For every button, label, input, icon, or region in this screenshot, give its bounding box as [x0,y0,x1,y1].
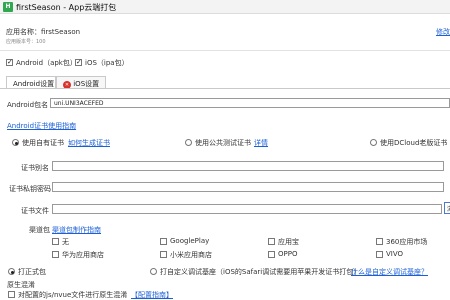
app-name-label: 应用名称：firstSeason [6,28,81,36]
channel-huawei-label: 华为应用商店 [62,251,104,259]
release-build-radio[interactable] [8,268,15,275]
channel-none-checkbox[interactable] [52,238,59,245]
config-guide-link[interactable]: 【配置指南】 [131,290,173,300]
window-title: firstSeason - App云端打包 [16,3,117,12]
modify-link[interactable]: 修改 [436,27,450,37]
channel-360-label: 360应用市场 [386,238,428,246]
channel-oppo-label: OPPO [278,250,298,258]
channel-xiaomi-checkbox[interactable] [160,251,167,258]
cert-password-input[interactable] [52,182,444,192]
cert-file-browse-button[interactable]: 浏览 [444,202,450,214]
public-cert-radio[interactable] [185,139,192,146]
tab-android-settings[interactable]: Android设置 [6,76,56,88]
cert-file-label: 证书文件 [21,207,49,215]
channel-vivo-checkbox[interactable] [376,251,383,258]
divider [0,50,450,51]
android-checkbox-label: Android（apk包） [16,59,77,67]
channel-label: 渠道包 [29,226,50,234]
channel-xiaomi-label: 小米应用商店 [170,251,212,259]
public-cert-details-link[interactable]: 详情 [254,138,268,148]
package-name-value: uni.UNI3ACEFED [54,100,104,107]
channel-yingyongbao-checkbox[interactable] [268,238,275,245]
channel-yingyongbao-label: 应用宝 [278,238,299,246]
tab-ios-label: iOS设置 [73,80,100,88]
package-name-input[interactable]: uni.UNI3ACEFED [50,98,450,108]
app-version-label: 应用版本号：100 [6,39,46,45]
channel-googleplay-checkbox[interactable] [160,238,167,245]
old-cert-label: 使用DCloud老版证书 [380,139,448,147]
channel-vivo-label: VIVO [386,250,404,258]
cert-alias-label: 证书别名 [21,164,49,172]
custom-base-label: 打自定义调试基座（iOS的Safari调试需要用苹果开发证书打包） [160,268,361,276]
how-generate-cert-link[interactable]: 如何生成证书 [68,138,110,148]
what-is-custom-base-link[interactable]: 什么是自定义调试基座？ [351,267,428,277]
tab-android-label: Android设置 [13,80,55,88]
cert-file-input[interactable] [52,204,442,214]
app-icon: H [3,2,13,12]
channel-oppo-checkbox[interactable] [268,251,275,258]
channel-googleplay-label: GooglePlay [170,237,210,245]
ios-checkbox-label: iOS（ipa包） [85,59,129,67]
channel-huawei-checkbox[interactable] [52,251,59,258]
release-build-label: 打正式包 [18,268,46,276]
cert-guide-link[interactable]: Android证书使用指南 [7,121,76,131]
channel-360-checkbox[interactable] [376,238,383,245]
native-obfuscation-title: 原生混淆 [7,281,35,289]
cert-password-label: 证书私钥密码 [9,185,51,193]
public-cert-label: 使用公共测试证书 [195,139,251,147]
tab-ios-settings[interactable]: ✕ iOS设置 [56,76,106,89]
old-cert-radio[interactable] [370,139,377,146]
package-name-label: Android包名 [7,101,49,109]
tab-divider [0,88,450,89]
cert-alias-input[interactable] [52,161,444,171]
channel-guide-link[interactable]: 渠道包制作指南 [52,225,101,235]
own-cert-radio[interactable] [12,139,19,146]
android-checkbox[interactable] [6,58,13,66]
own-cert-label: 使用自有证书 [22,139,64,147]
native-obfuscation-label: 对配置的js/nvue文件进行原生混淆 [18,291,128,299]
channel-none-label: 无 [62,238,69,246]
custom-base-radio[interactable] [150,268,157,275]
ios-checkbox[interactable] [75,58,82,66]
native-obfuscation-checkbox[interactable] [8,291,15,298]
